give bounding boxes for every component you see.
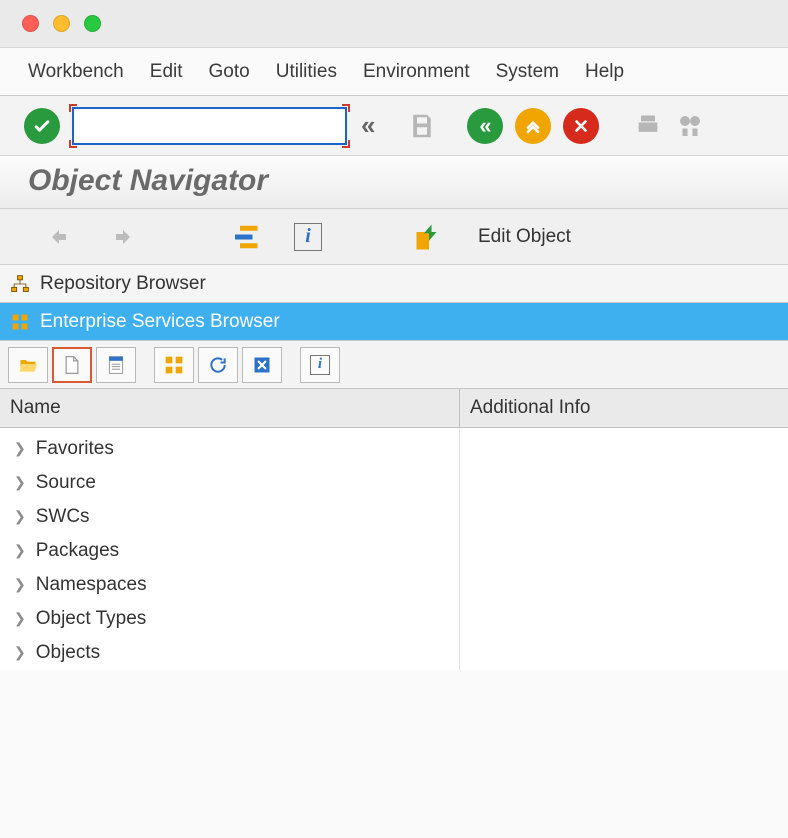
edit-object-button[interactable]: Edit Object [478, 226, 571, 248]
tree-info-column [460, 428, 788, 670]
focus-corner-icon [342, 104, 350, 112]
repository-browser-row[interactable]: Repository Browser [0, 265, 788, 303]
menu-workbench[interactable]: Workbench [28, 61, 124, 83]
repository-browser-label: Repository Browser [40, 273, 206, 295]
tree-item[interactable]: ❯ Favorites [0, 432, 459, 466]
tree-item[interactable]: ❯ Source [0, 466, 459, 500]
main-toolbar: « « [0, 96, 788, 156]
tree-item[interactable]: ❯ Namespaces [0, 568, 459, 602]
expand-icon[interactable]: ❯ [14, 542, 26, 559]
enterprise-services-browser-row[interactable]: Enterprise Services Browser [0, 303, 788, 341]
edit-object-icon[interactable] [414, 222, 444, 252]
display-button[interactable] [96, 347, 136, 383]
print-icon[interactable] [633, 112, 663, 140]
menu-help[interactable]: Help [585, 61, 624, 83]
expand-icon[interactable]: ❯ [14, 440, 26, 457]
collapse-command-icon[interactable]: « [361, 110, 375, 141]
browser-toolbar: i [0, 341, 788, 389]
page-title: Object Navigator [0, 156, 788, 209]
focus-corner-icon [342, 140, 350, 148]
back-arrow-icon[interactable] [40, 225, 74, 249]
save-icon[interactable] [407, 111, 437, 141]
open-folder-button[interactable] [8, 347, 48, 383]
tree-item[interactable]: ❯ Packages [0, 534, 459, 568]
column-name: Name [0, 389, 460, 427]
menu-edit[interactable]: Edit [150, 61, 183, 83]
command-input[interactable] [72, 107, 347, 145]
tree-item-label: Packages [36, 540, 119, 562]
close-browser-button[interactable] [242, 347, 282, 383]
forward-arrow-icon[interactable] [108, 225, 142, 249]
enterprise-services-browser-label: Enterprise Services Browser [40, 311, 280, 333]
focus-corner-icon [69, 104, 77, 112]
command-field-wrap [72, 107, 347, 145]
tree-item-label: Source [36, 472, 96, 494]
traffic-light-close-icon[interactable] [22, 15, 39, 32]
tree-item-label: Object Types [36, 608, 147, 630]
focus-corner-icon [69, 140, 77, 148]
expand-icon[interactable]: ❯ [14, 474, 26, 491]
find-icon[interactable] [675, 111, 705, 141]
info-icon[interactable]: i [294, 223, 322, 251]
menu-bar: Workbench Edit Goto Utilities Environmen… [0, 48, 788, 96]
menu-system[interactable]: System [496, 61, 559, 83]
tree-item-label: Objects [36, 642, 100, 664]
tree-item[interactable]: ❯ Object Types [0, 602, 459, 636]
enter-button[interactable] [24, 108, 60, 144]
tiles-icon [10, 313, 30, 331]
back-button[interactable]: « [467, 108, 503, 144]
menu-environment[interactable]: Environment [363, 61, 470, 83]
create-button[interactable] [52, 347, 92, 383]
tree-item-label: Favorites [36, 438, 114, 460]
expand-icon[interactable]: ❯ [14, 576, 26, 593]
expand-icon[interactable]: ❯ [14, 508, 26, 525]
info-button[interactable]: i [300, 347, 340, 383]
all-objects-button[interactable] [154, 347, 194, 383]
menu-utilities[interactable]: Utilities [276, 61, 337, 83]
menu-goto[interactable]: Goto [209, 61, 250, 83]
nav-toolbar: i Edit Object [0, 209, 788, 265]
tree-item[interactable]: ❯ Objects [0, 636, 459, 670]
tree-item-label: SWCs [36, 506, 90, 528]
traffic-light-minimize-icon[interactable] [53, 15, 70, 32]
tree-item[interactable]: ❯ SWCs [0, 500, 459, 534]
tree-header: Name Additional Info [0, 389, 788, 428]
column-info: Additional Info [460, 389, 788, 427]
exit-button[interactable] [515, 108, 551, 144]
expand-icon[interactable]: ❯ [14, 610, 26, 627]
navigation-stack-icon[interactable] [230, 222, 260, 252]
cancel-button[interactable] [563, 108, 599, 144]
hierarchy-icon [10, 274, 30, 294]
tree-item-label: Namespaces [36, 574, 147, 596]
refresh-button[interactable] [198, 347, 238, 383]
tree-name-column: ❯ Favorites ❯ Source ❯ SWCs ❯ Packages ❯… [0, 428, 460, 670]
tree-body: ❯ Favorites ❯ Source ❯ SWCs ❯ Packages ❯… [0, 428, 788, 670]
expand-icon[interactable]: ❯ [14, 644, 26, 661]
window-titlebar [0, 0, 788, 48]
traffic-light-zoom-icon[interactable] [84, 15, 101, 32]
